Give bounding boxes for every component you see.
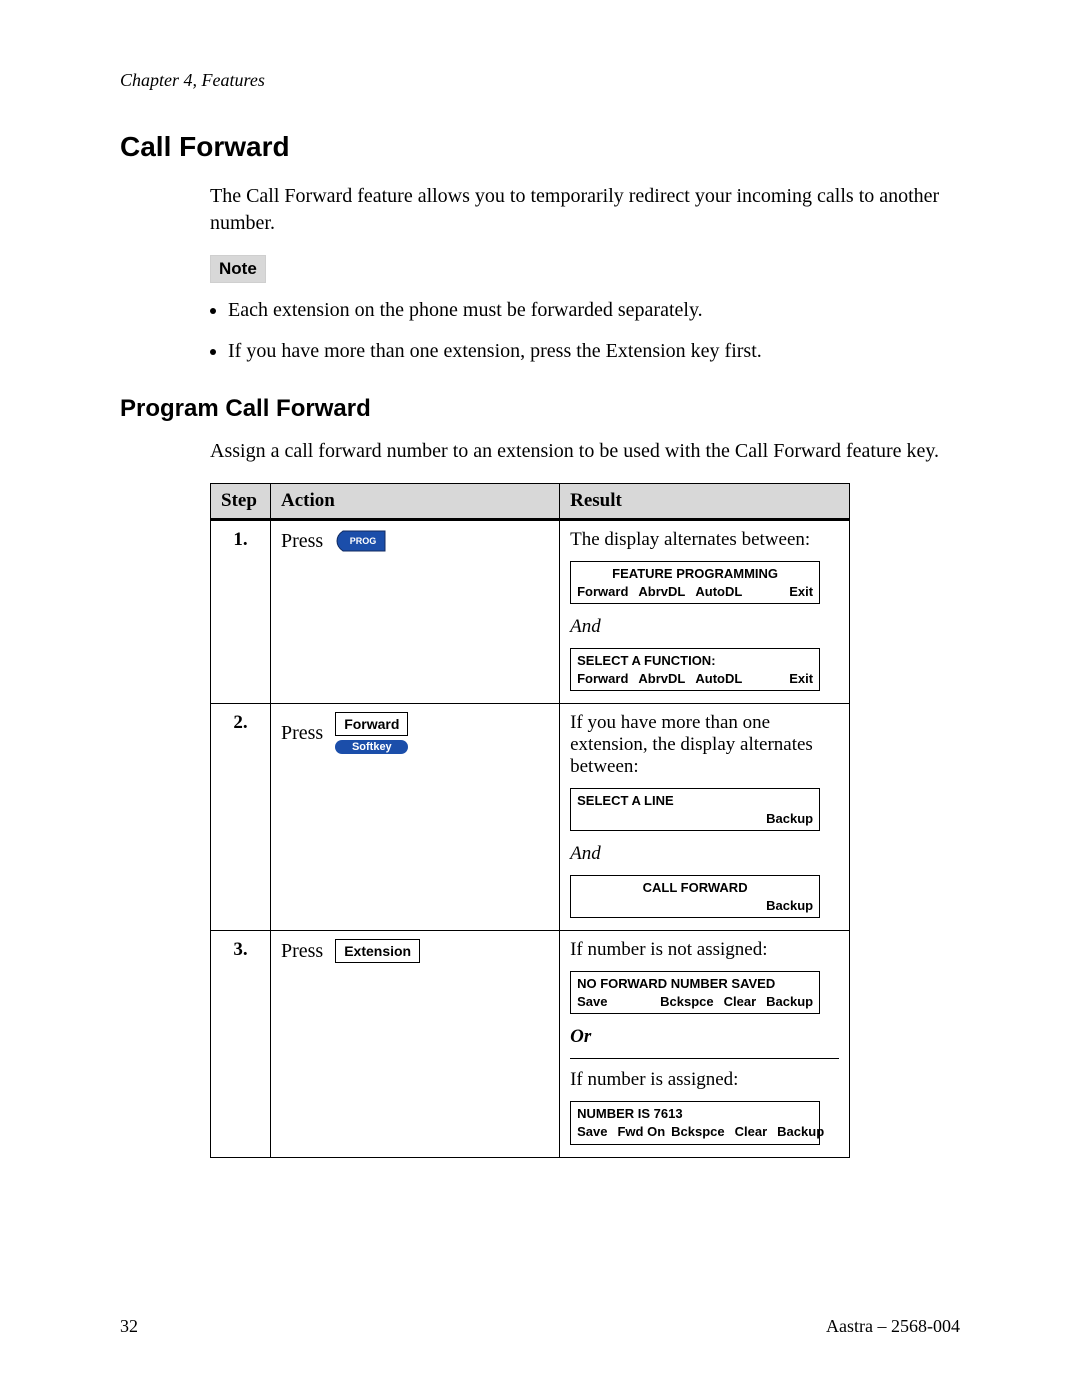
lcd-opt: Bckspce xyxy=(660,993,713,1011)
page-footer: 32 Aastra – 2568-004 xyxy=(120,1316,960,1337)
lcd-display: FEATURE PROGRAMMING Forward AbrvDL AutoD… xyxy=(570,561,820,604)
lcd-opt: Backup xyxy=(777,1123,824,1141)
lcd-line1: SELECT A FUNCTION: xyxy=(577,652,813,670)
doc-id: Aastra – 2568-004 xyxy=(826,1316,960,1337)
press-label: Press xyxy=(281,530,323,553)
procedure-table: Step Action Result 1. Press PROG xyxy=(210,483,850,1158)
result-text: If number is not assigned: xyxy=(570,939,839,961)
step-number: 2. xyxy=(211,704,271,931)
col-result: Result xyxy=(560,484,850,520)
note-list: Each extension on the phone must be forw… xyxy=(228,297,960,365)
divider xyxy=(570,1058,839,1059)
chapter-header: Chapter 4, Features xyxy=(120,70,960,91)
note-item: Each extension on the phone must be forw… xyxy=(228,297,960,324)
table-row: 3. Press Extension If number is not assi… xyxy=(211,931,850,1157)
lcd-opt: AbrvDL xyxy=(638,670,685,688)
table-row: 1. Press PROG The display alternates bet xyxy=(211,520,850,704)
lcd-line1: CALL FORWARD xyxy=(577,879,813,897)
lcd-opt: AbrvDL xyxy=(638,583,685,601)
lcd-opt: Exit xyxy=(789,583,813,601)
result-text: If number is assigned: xyxy=(570,1069,839,1091)
lcd-opt: Forward xyxy=(577,583,628,601)
extension-key-icon: Extension xyxy=(335,939,420,963)
result-text: The display alternates between: xyxy=(570,529,839,551)
col-step: Step xyxy=(211,484,271,520)
lcd-display: SELECT A LINE Backup xyxy=(570,788,820,831)
intro-text: The Call Forward feature allows you to t… xyxy=(210,183,960,237)
lcd-opt: AutoDL xyxy=(695,670,742,688)
and-label: And xyxy=(570,616,839,638)
lcd-display: SELECT A FUNCTION: Forward AbrvDL AutoDL… xyxy=(570,648,820,691)
subsection-title: Program Call Forward xyxy=(120,395,960,423)
page-number: 32 xyxy=(120,1316,138,1337)
lcd-line1: SELECT A LINE xyxy=(577,792,813,810)
note-item: If you have more than one extension, pre… xyxy=(228,338,960,365)
lcd-opt: Save xyxy=(577,1123,607,1141)
lcd-display: CALL FORWARD Backup xyxy=(570,875,820,918)
subsection-intro: Assign a call forward number to an exten… xyxy=(210,438,960,465)
forward-softkey-icon: Forward Softkey xyxy=(335,712,408,754)
lcd-line1: NUMBER IS 7613 xyxy=(577,1105,813,1123)
lcd-opt: Forward xyxy=(577,670,628,688)
note-badge: Note xyxy=(210,255,266,283)
prog-key-icon: PROG xyxy=(335,529,385,553)
col-action: Action xyxy=(270,484,559,520)
softkey-outline: Forward xyxy=(335,712,408,736)
step-number: 3. xyxy=(211,931,271,1157)
lcd-opt: Fwd On xyxy=(617,1123,665,1141)
and-label: And xyxy=(570,843,839,865)
lcd-opt: Backup xyxy=(766,897,813,915)
section-title: Call Forward xyxy=(120,131,960,163)
press-label: Press xyxy=(281,940,323,963)
lcd-opt: Clear xyxy=(735,1123,768,1141)
lcd-display: NUMBER IS 7613 Save Fwd On Bckspce Clear… xyxy=(570,1101,820,1144)
result-text: If you have more than one extension, the… xyxy=(570,712,839,778)
lcd-opt: Clear xyxy=(724,993,757,1011)
lcd-display: NO FORWARD NUMBER SAVED Save Bckspce Cle… xyxy=(570,971,820,1014)
lcd-opt: Exit xyxy=(789,670,813,688)
lcd-opt: Backup xyxy=(766,810,813,828)
table-row: 2. Press Forward Softkey If you have mor… xyxy=(211,704,850,931)
press-label: Press xyxy=(281,722,323,745)
lcd-opt: Backup xyxy=(766,993,813,1011)
prog-key-text: PROG xyxy=(350,536,377,546)
lcd-opt: Bckspce xyxy=(671,1123,724,1141)
lcd-opt: AutoDL xyxy=(695,583,742,601)
lcd-line1: NO FORWARD NUMBER SAVED xyxy=(577,975,813,993)
or-label: Or xyxy=(570,1026,839,1048)
lcd-opt: Save xyxy=(577,993,607,1011)
step-number: 1. xyxy=(211,520,271,704)
lcd-line1: FEATURE PROGRAMMING xyxy=(577,565,813,583)
softkey-chip: Softkey xyxy=(335,740,408,754)
